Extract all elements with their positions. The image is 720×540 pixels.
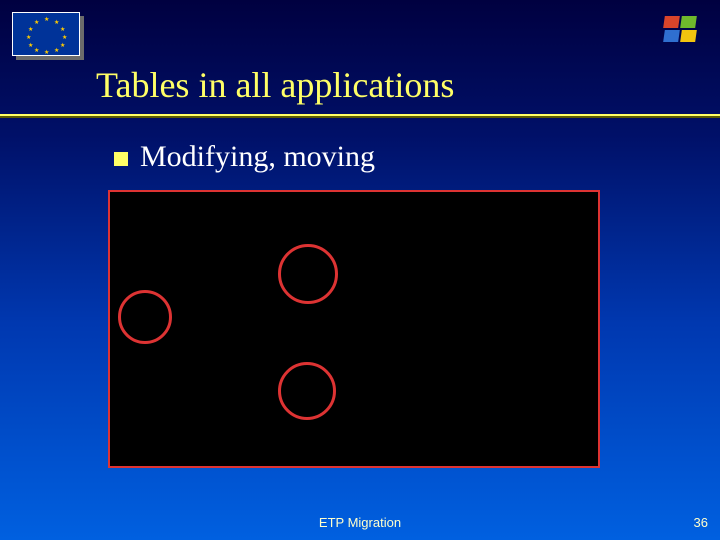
bullet-item: Modifying, moving — [114, 140, 375, 174]
slide-title: Tables in all applications — [96, 64, 454, 106]
title-underline — [0, 114, 720, 118]
slide: ★ ★ ★ ★ ★ ★ ★ ★ ★ ★ ★ ★ Tables in all ap… — [0, 0, 720, 540]
eu-flag-icon: ★ ★ ★ ★ ★ ★ ★ ★ ★ ★ ★ ★ — [12, 12, 80, 56]
highlight-circle-icon — [278, 362, 336, 420]
highlight-circle-icon — [278, 244, 338, 304]
page-number: 36 — [694, 515, 708, 530]
windows-logo-icon — [664, 16, 698, 46]
content-box — [108, 190, 600, 468]
footer-label: ETP Migration — [0, 515, 720, 530]
highlight-circle-icon — [118, 290, 172, 344]
bullet-text: Modifying, moving — [140, 140, 375, 174]
bullet-marker-icon — [114, 152, 128, 166]
